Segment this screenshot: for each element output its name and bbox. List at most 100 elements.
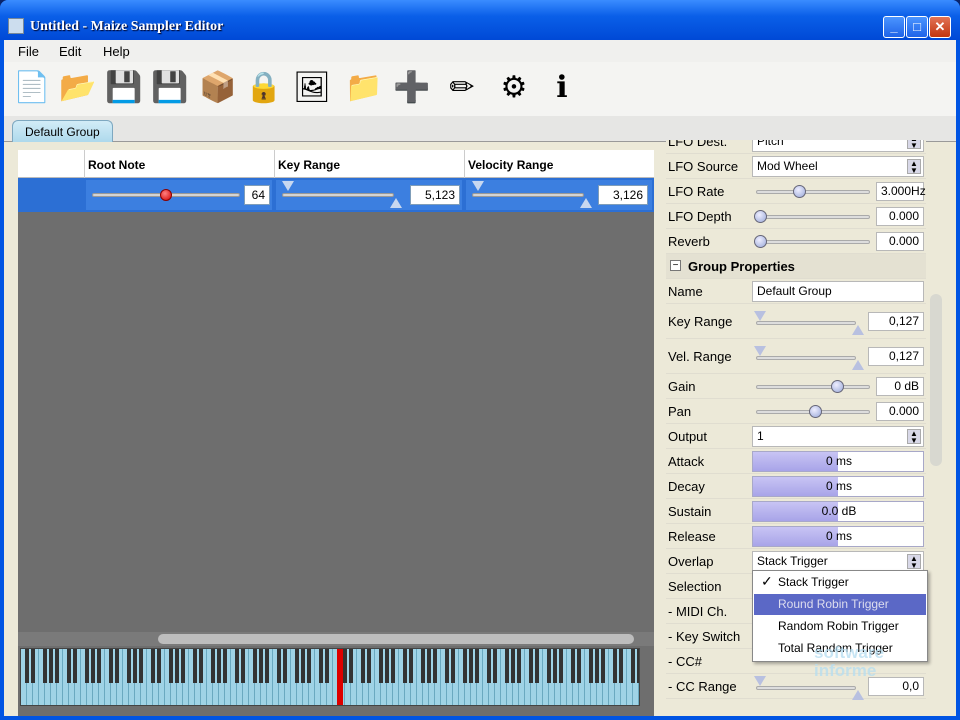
group-vel-range-slider[interactable]: [756, 355, 856, 360]
lfo-depth-slider-handle[interactable]: [754, 210, 767, 223]
group-name-field[interactable]: Default Group: [752, 281, 924, 302]
velocity-range-low-handle[interactable]: [472, 181, 484, 191]
black-key[interactable]: [253, 649, 257, 683]
lfo-rate-slider-handle[interactable]: [792, 185, 806, 198]
open-folder-button[interactable]: 📂: [58, 68, 98, 108]
cc-range-high-handle[interactable]: [852, 689, 864, 700]
black-key[interactable]: [115, 649, 119, 683]
black-key[interactable]: [223, 649, 227, 683]
black-key[interactable]: [451, 649, 455, 683]
black-key[interactable]: [517, 649, 521, 683]
spin-arrows-icon[interactable]: ▲▼: [907, 554, 921, 570]
black-key[interactable]: [157, 649, 161, 683]
black-key[interactable]: [475, 649, 479, 683]
black-key[interactable]: [169, 649, 173, 683]
group-vel-range-low-handle[interactable]: [754, 345, 766, 356]
black-key[interactable]: [553, 649, 557, 683]
velocity-range-slider[interactable]: [472, 193, 584, 197]
black-key[interactable]: [367, 649, 371, 683]
horizontal-scroll-thumb[interactable]: [158, 634, 634, 644]
lfo-depth-slider[interactable]: [756, 215, 870, 219]
pan-slider-handle[interactable]: [809, 405, 822, 418]
black-key[interactable]: [391, 649, 395, 683]
horizontal-scrollbar[interactable]: [18, 632, 654, 646]
folder-button[interactable]: 📁: [344, 68, 384, 108]
black-key[interactable]: [217, 649, 221, 683]
overlap-option[interactable]: Stack Trigger: [754, 572, 926, 593]
black-key[interactable]: [427, 649, 431, 683]
column-velocity-range[interactable]: Velocity Range: [468, 158, 553, 172]
black-key[interactable]: [535, 649, 539, 683]
table-row[interactable]: 64 5,123 3,126: [18, 178, 654, 212]
add-button[interactable]: ➕: [392, 68, 432, 108]
group-key-range-slider[interactable]: [756, 320, 856, 325]
black-key[interactable]: [511, 649, 515, 683]
black-key[interactable]: [175, 649, 179, 683]
black-key[interactable]: [301, 649, 305, 683]
menu-edit[interactable]: Edit: [59, 44, 81, 59]
black-key[interactable]: [571, 649, 575, 683]
black-key[interactable]: [529, 649, 533, 683]
black-key[interactable]: [241, 649, 245, 683]
lfo-rate-value[interactable]: 3.000Hz: [876, 182, 926, 201]
overlap-option[interactable]: Random Robin Trigger: [754, 616, 926, 637]
black-key[interactable]: [307, 649, 311, 683]
key-range-value[interactable]: 5,123: [410, 185, 460, 205]
black-key[interactable]: [127, 649, 131, 683]
decay-bar[interactable]: 0 ms: [752, 476, 924, 497]
attack-bar[interactable]: 0 ms: [752, 451, 924, 472]
root-note-value[interactable]: 64: [244, 185, 270, 205]
gain-slider-handle[interactable]: [831, 380, 844, 393]
black-key[interactable]: [31, 649, 35, 683]
spin-arrows-icon[interactable]: ▲▼: [907, 140, 921, 150]
black-key[interactable]: [85, 649, 89, 683]
black-key[interactable]: [55, 649, 59, 683]
tab-default-group[interactable]: Default Group: [12, 120, 113, 142]
black-key[interactable]: [43, 649, 47, 683]
title-bar[interactable]: Untitled - Maize Sampler Editor _ □ ✕: [0, 0, 960, 40]
black-key[interactable]: [589, 649, 593, 683]
black-key[interactable]: [577, 649, 581, 683]
black-key[interactable]: [361, 649, 365, 683]
lfo-depth-value[interactable]: 0.000: [876, 207, 924, 226]
save-as-button[interactable]: 💾: [150, 68, 190, 108]
collapse-toggle[interactable]: −: [670, 260, 681, 271]
black-key[interactable]: [595, 649, 599, 683]
black-key[interactable]: [349, 649, 353, 683]
menu-help[interactable]: Help: [103, 44, 130, 59]
black-key[interactable]: [637, 649, 639, 683]
black-key[interactable]: [277, 649, 281, 683]
black-key[interactable]: [379, 649, 383, 683]
reverb-slider[interactable]: [756, 240, 870, 244]
lfo-rate-slider[interactable]: [756, 190, 870, 194]
black-key[interactable]: [283, 649, 287, 683]
new-file-button[interactable]: 📄: [12, 68, 52, 108]
spin-arrows-icon[interactable]: ▲▼: [907, 159, 921, 175]
root-note-slider-handle[interactable]: [160, 189, 172, 201]
black-key[interactable]: [319, 649, 323, 683]
lock-button[interactable]: 🔒: [244, 68, 284, 108]
maximize-button[interactable]: □: [906, 16, 928, 38]
image-button[interactable]: 🖼: [292, 68, 332, 108]
black-key[interactable]: [631, 649, 635, 683]
column-key-range[interactable]: Key Range: [278, 158, 340, 172]
key-range-high-handle[interactable]: [390, 198, 402, 208]
black-key[interactable]: [409, 649, 413, 683]
black-key[interactable]: [325, 649, 329, 683]
pencil-button[interactable]: ✏: [442, 68, 482, 108]
black-key[interactable]: [403, 649, 407, 683]
black-key[interactable]: [151, 649, 155, 683]
black-key[interactable]: [235, 649, 239, 683]
reverb-value[interactable]: 0.000: [876, 232, 924, 251]
black-key[interactable]: [487, 649, 491, 683]
import-button[interactable]: 📦: [198, 68, 238, 108]
vertical-scrollbar[interactable]: [928, 142, 944, 716]
lfo-dest-select[interactable]: Pitch ▲▼: [752, 140, 924, 152]
black-key[interactable]: [73, 649, 77, 683]
lfo-source-select[interactable]: Mod Wheel ▲ ▼: [752, 156, 924, 177]
menu-file[interactable]: File: [18, 44, 39, 59]
group-key-range-value[interactable]: 0,127: [868, 311, 924, 331]
black-key[interactable]: [343, 649, 347, 683]
key-range-slider[interactable]: [282, 193, 394, 197]
velocity-range-value[interactable]: 3,126: [598, 185, 648, 205]
